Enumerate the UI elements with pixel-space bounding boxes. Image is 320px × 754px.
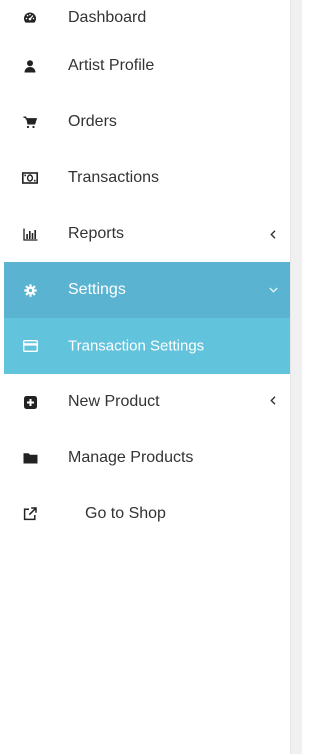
sidebar-item-transactions[interactable]: Transactions	[0, 150, 290, 206]
user-icon	[22, 58, 38, 74]
sidebar-nav: Dashboard Artist Profile Orders Transact…	[0, 0, 290, 754]
sidebar-menu: Dashboard Artist Profile Orders Transact…	[0, 0, 290, 542]
sidebar-item-label: Transaction Settings	[68, 337, 205, 355]
sidebar-item-label: Manage Products	[68, 449, 194, 466]
sidebar-item-label: Dashboard	[68, 9, 147, 26]
plus-square-icon	[22, 394, 38, 410]
sidebar-item-dashboard[interactable]: Dashboard	[0, 0, 290, 38]
sidebar-item-manage-products[interactable]: Manage Products	[0, 430, 290, 486]
chevron-left-icon[interactable]	[268, 229, 278, 239]
sidebar-item-settings[interactable]: Settings	[4, 262, 290, 318]
sidebar-item-reports[interactable]: Reports	[0, 206, 290, 262]
sidebar-item-label: Orders	[68, 113, 117, 130]
gear-icon	[22, 282, 38, 298]
scrollbar-track[interactable]	[290, 0, 302, 754]
sidebar-item-transaction-settings[interactable]: Transaction Settings	[4, 318, 290, 374]
credit-card-icon	[22, 338, 38, 354]
sidebar-item-artist-profile[interactable]: Artist Profile	[0, 38, 290, 94]
bar-chart-icon	[22, 226, 38, 242]
sidebar-item-label: Reports	[68, 225, 125, 242]
money-icon	[22, 170, 38, 186]
shopping-cart-icon	[22, 114, 38, 130]
sidebar-item-new-product[interactable]: New Product	[0, 374, 290, 430]
folder-icon	[22, 450, 38, 466]
sidebar-item-orders[interactable]: Orders	[0, 94, 290, 150]
sidebar-item-label: Artist Profile	[68, 57, 155, 74]
sidebar-item-label: Transactions	[68, 169, 159, 186]
chevron-left-icon[interactable]	[268, 395, 278, 405]
dashboard-gauge-icon	[22, 10, 38, 26]
sidebar-item-label: Go to Shop	[85, 505, 166, 522]
sidebar-item-go-to-shop[interactable]: Go to Shop	[0, 486, 290, 542]
chevron-down-icon[interactable]	[268, 285, 278, 295]
external-link-icon	[22, 506, 38, 522]
sidebar-item-label: Settings	[68, 281, 126, 298]
sidebar-item-label: New Product	[68, 393, 160, 410]
